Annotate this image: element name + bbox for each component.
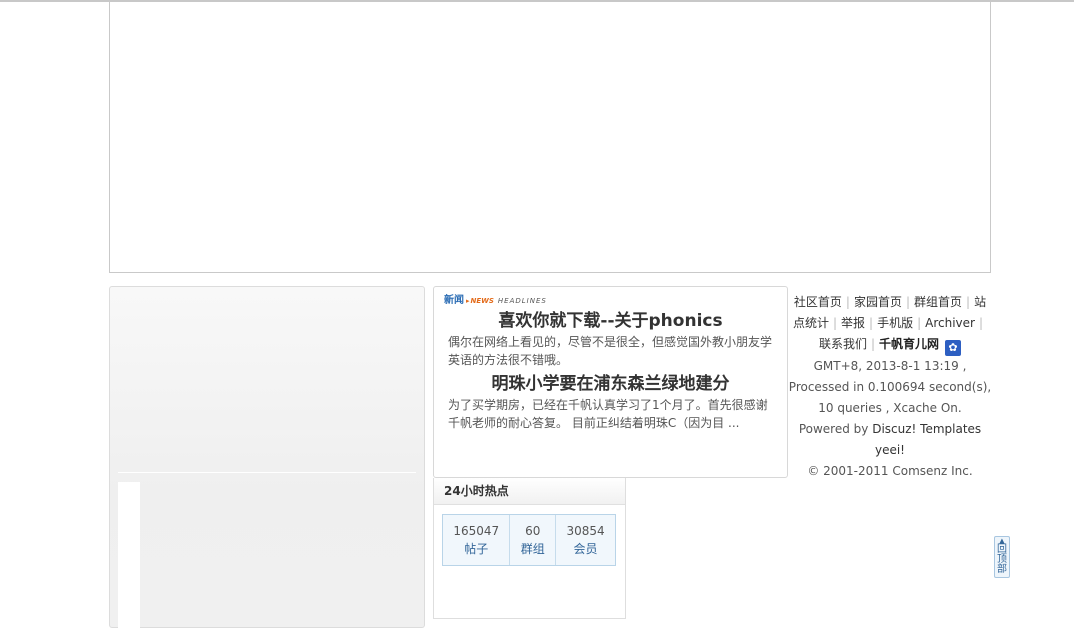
- footer-site-name[interactable]: 千帆育儿网: [879, 337, 939, 351]
- footer-link-home-space[interactable]: 家园首页: [854, 295, 902, 309]
- back-to-top-button[interactable]: ▲ 回顶部: [994, 536, 1010, 578]
- news-headlines-logo: 新闻 ▸NEWS HEADLINES: [444, 295, 547, 307]
- news-logo-headlines: HEADLINES: [497, 297, 547, 305]
- footer-links: 社区首页 | 家园首页 | 群组首页 | 站点统计 | 举报 | 手机版 | Archiver |联系我们…: [788, 292, 992, 356]
- footer-link-separator: |: [832, 316, 838, 330]
- footer-powered-prefix: Powered by: [798, 422, 869, 436]
- news-logo-cn: 新闻: [444, 295, 464, 306]
- news-title-link[interactable]: 喜欢你就下载--关于phonics: [434, 309, 787, 333]
- banner-area: [109, 2, 991, 273]
- left-panel-strip: [118, 482, 140, 632]
- footer-powered: Powered by Discuz! Templates yeei!: [788, 419, 992, 461]
- news-summary: 为了买学期房，已经在千帆认真学习了1个月了。首先很感谢千帆老师的耐心答复。 目前…: [448, 398, 768, 430]
- footer-link-separator: |: [978, 316, 984, 330]
- stat-members[interactable]: 30854 会员: [556, 515, 615, 565]
- news-logo-en: NEWS: [470, 297, 494, 305]
- footer-copyright: © 2001-2011 Comsenz Inc.: [807, 464, 973, 478]
- footer-link-separator: |: [845, 295, 850, 309]
- footer-link-archiver[interactable]: Archiver: [925, 316, 975, 330]
- footer-link-report[interactable]: 举报: [841, 316, 865, 330]
- stat-members-label: 会员: [573, 542, 598, 556]
- stat-groups[interactable]: 60 群组: [510, 515, 557, 565]
- footer-link-separator: |: [870, 337, 876, 351]
- news-summary: 偶尔在网络上看见的，尽管不是很全，但感觉国外教小朋友学英语的方法很不错哦。: [448, 335, 773, 367]
- triangle-icon: ▸: [466, 297, 470, 305]
- left-panel-divider: [118, 472, 416, 473]
- stat-posts-value: 165047: [453, 524, 500, 538]
- footer-link-contact[interactable]: 联系我们: [819, 337, 867, 351]
- stat-groups-label: 群组: [520, 542, 545, 556]
- stat-posts[interactable]: 165047 帖子: [443, 515, 511, 565]
- footer-link-separator: |: [966, 295, 971, 309]
- footer-link-separator: |: [917, 316, 922, 330]
- footer-discuz-link[interactable]: Discuz!: [872, 422, 916, 436]
- footer-link-community-home[interactable]: 社区首页: [794, 295, 842, 309]
- site-stats: 165047 帖子 60 群组 30854 会员: [442, 514, 616, 566]
- stat-members-value: 30854: [566, 524, 605, 538]
- stat-groups-value: 60: [525, 524, 541, 538]
- footer-link-mobile[interactable]: 手机版: [877, 316, 913, 330]
- hot-24h-title: 24小时热点: [434, 478, 625, 505]
- back-to-top-label: 回顶部: [997, 544, 1007, 575]
- hot-24h-panel: 24小时热点 165047 帖子 60 群组 30854 会员: [433, 478, 626, 619]
- footer-info: 社区首页 | 家园首页 | 群组首页 | 站点统计 | 举报 | 手机版 | Archiver |联系我们…: [788, 292, 992, 482]
- footer-link-groups-home[interactable]: 群组首页: [914, 295, 962, 309]
- news-item: 明珠小学要在浦东森兰绿地建分 为了买学期房，已经在千帆认真学习了1个月了。首先很…: [434, 372, 787, 432]
- left-panel: [109, 286, 425, 632]
- news-headlines-box: 新闻 ▸NEWS HEADLINES 喜欢你就下载--关于phonics 偶尔在网络…: [433, 286, 788, 478]
- footer-processing-info: GMT+8, 2013-8-1 13:19 , Processed in 0.1…: [788, 359, 992, 415]
- footer-link-separator: |: [869, 316, 874, 330]
- paw-icon[interactable]: ✿: [945, 340, 962, 356]
- news-item: 喜欢你就下载--关于phonics 偶尔在网络上看见的，尽管不是很全，但感觉国外…: [434, 309, 787, 369]
- news-title-link[interactable]: 明珠小学要在浦东森兰绿地建分: [434, 372, 787, 396]
- stat-posts-label: 帖子: [464, 542, 489, 556]
- footer-link-separator: |: [905, 295, 911, 309]
